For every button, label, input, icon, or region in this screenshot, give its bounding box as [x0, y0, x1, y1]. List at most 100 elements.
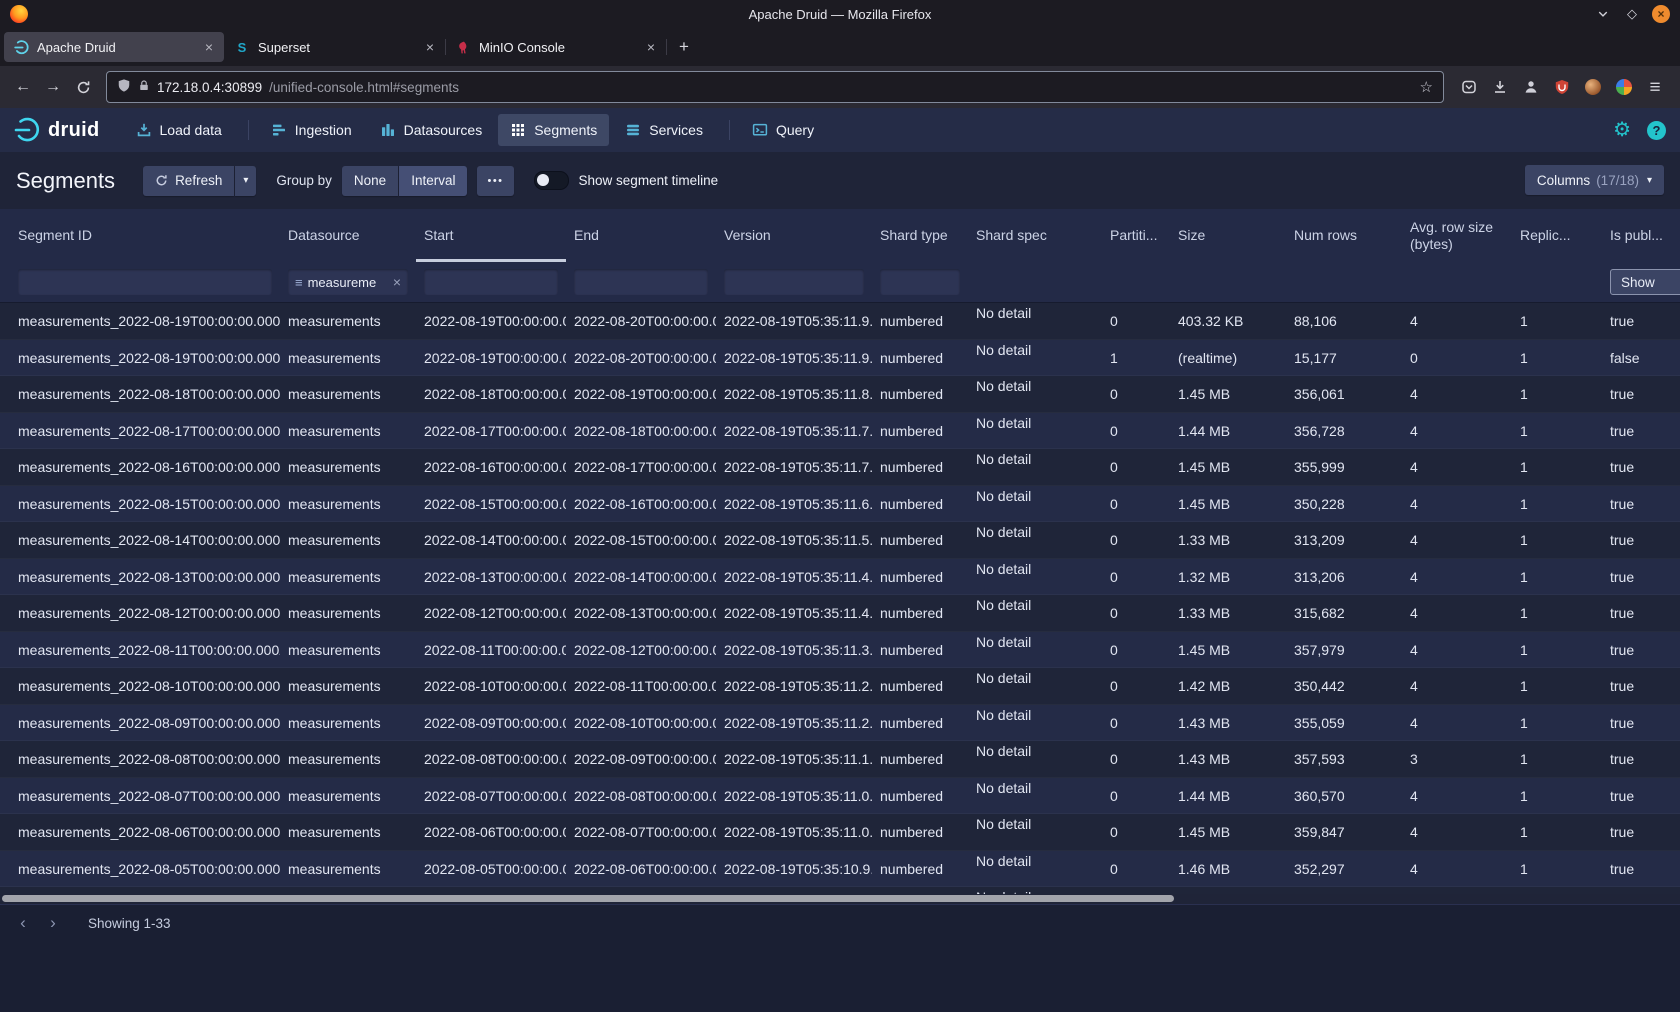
column-header-shard-spec[interactable]: Shard spec — [968, 209, 1102, 262]
columns-button[interactable]: Columns (17/18) ▾ — [1525, 165, 1664, 195]
scrollbar-thumb[interactable] — [2, 895, 1174, 902]
cell-segment-id[interactable]: measurements_2022-08-13T00:00:00.000Z... — [10, 559, 280, 596]
filter-input-datasource[interactable]: ≡measureme× — [288, 269, 408, 295]
table-row[interactable]: measurements_2022-08-17T00:00:00.000Z...… — [0, 413, 1680, 450]
horizontal-scrollbar[interactable] — [0, 894, 1680, 904]
nav-load-data[interactable]: Load data — [124, 114, 234, 146]
back-button[interactable]: ← — [8, 73, 38, 101]
column-header-is-published[interactable]: Is publ... — [1602, 209, 1680, 262]
cell-segment-id[interactable]: measurements_2022-08-07T00:00:00.000Z... — [10, 778, 280, 815]
group-by-interval-button[interactable]: Interval — [399, 166, 467, 196]
clear-filter-icon[interactable]: × — [393, 274, 401, 290]
more-options-button[interactable]: ••• — [477, 166, 513, 196]
url-bar[interactable]: 172.18.0.4:30899 /unified-console.html#s… — [106, 71, 1444, 103]
window-close-icon[interactable]: × — [1652, 5, 1670, 23]
cell-segment-id[interactable]: measurements_2022-08-08T00:00:00.000Z... — [10, 741, 280, 778]
filter-input-segment-id[interactable] — [18, 269, 272, 295]
table-row[interactable]: measurements_2022-08-07T00:00:00.000Z...… — [0, 778, 1680, 815]
filter-input-shard-type[interactable] — [880, 269, 960, 295]
bookmark-star-icon[interactable]: ☆ — [1420, 78, 1433, 96]
column-header-end[interactable]: End — [566, 209, 716, 262]
table-row[interactable]: measurements_2022-08-19T00:00:00.000Z...… — [0, 303, 1680, 340]
tab-apache-druid[interactable]: Apache Druid × — [4, 32, 224, 62]
lock-icon[interactable] — [138, 79, 150, 95]
column-header-shard-type[interactable]: Shard type — [872, 209, 968, 262]
table-row[interactable]: measurements_2022-08-11T00:00:00.000Z...… — [0, 632, 1680, 669]
filter-show-button[interactable]: Show — [1610, 269, 1680, 295]
reload-button[interactable] — [68, 73, 98, 101]
pocket-icon[interactable] — [1460, 78, 1478, 96]
column-header-size[interactable]: Size — [1170, 209, 1286, 262]
cell-segment-id[interactable]: measurements_2022-08-10T00:00:00.000Z... — [10, 668, 280, 705]
tab-close-icon[interactable]: × — [424, 39, 436, 55]
downloads-icon[interactable] — [1491, 78, 1509, 96]
window-maximize-icon[interactable]: ◇ — [1623, 5, 1641, 23]
tracking-shield-icon[interactable] — [117, 78, 131, 96]
column-header-datasource[interactable]: Datasource — [280, 209, 416, 262]
table-row[interactable]: measurements_2022-08-04T00:00:00.000Z...… — [0, 887, 1680, 894]
tab-superset[interactable]: S Superset × — [225, 32, 445, 62]
cell-segment-id[interactable]: measurements_2022-08-14T00:00:00.000Z... — [10, 522, 280, 559]
table-row[interactable]: measurements_2022-08-05T00:00:00.000Z...… — [0, 851, 1680, 888]
table-row[interactable]: measurements_2022-08-13T00:00:00.000Z...… — [0, 559, 1680, 596]
table-row[interactable]: measurements_2022-08-10T00:00:00.000Z...… — [0, 668, 1680, 705]
cell-replicas: 1 — [1512, 449, 1602, 486]
filter-input-start[interactable] — [424, 269, 558, 295]
nav-segments[interactable]: Segments — [498, 114, 609, 146]
cell-segment-id[interactable]: measurements_2022-08-15T00:00:00.000Z... — [10, 486, 280, 523]
tab-minio-console[interactable]: MinIO Console × — [446, 32, 666, 62]
cell-segment-id[interactable]: measurements_2022-08-06T00:00:00.000Z... — [10, 814, 280, 851]
account-icon[interactable] — [1522, 78, 1540, 96]
cell-segment-id[interactable]: measurements_2022-08-11T00:00:00.000Z... — [10, 632, 280, 669]
column-header-avg-row-size[interactable]: Avg. row size (bytes) — [1402, 209, 1512, 262]
cell-segment-id[interactable]: measurements_2022-08-19T00:00:00.000Z... — [10, 340, 280, 377]
profile-avatar-icon[interactable] — [1584, 78, 1602, 96]
column-header-version[interactable]: Version — [716, 209, 872, 262]
cell-segment-id[interactable]: measurements_2022-08-19T00:00:00.000Z... — [10, 303, 280, 340]
table-row[interactable]: measurements_2022-08-08T00:00:00.000Z...… — [0, 741, 1680, 778]
column-header-partition[interactable]: Partiti... — [1102, 209, 1170, 262]
extension-pinwheel-icon[interactable] — [1615, 78, 1633, 96]
table-row[interactable]: measurements_2022-08-19T00:00:00.000Z...… — [0, 340, 1680, 377]
tab-close-icon[interactable]: × — [645, 39, 657, 55]
column-header-start[interactable]: Start — [416, 209, 566, 262]
group-by-none-button[interactable]: None — [342, 166, 398, 196]
cell-segment-id[interactable]: measurements_2022-08-17T00:00:00.000Z... — [10, 413, 280, 450]
nav-query[interactable]: Query — [740, 114, 826, 146]
table-row[interactable]: measurements_2022-08-16T00:00:00.000Z...… — [0, 449, 1680, 486]
cell-segment-id[interactable]: measurements_2022-08-05T00:00:00.000Z... — [10, 851, 280, 888]
cell-segment-id[interactable]: measurements_2022-08-12T00:00:00.000Z... — [10, 595, 280, 632]
table-row[interactable]: measurements_2022-08-09T00:00:00.000Z...… — [0, 705, 1680, 742]
settings-gear-icon[interactable]: ⚙ — [1613, 120, 1631, 140]
nav-datasources[interactable]: Datasources — [368, 114, 495, 146]
cell-segment-id[interactable]: measurements_2022-08-16T00:00:00.000Z... — [10, 449, 280, 486]
tab-close-icon[interactable]: × — [203, 39, 215, 55]
next-page-button[interactable]: › — [40, 910, 66, 936]
new-tab-button[interactable]: + — [671, 34, 697, 60]
window-minimize-icon[interactable] — [1594, 5, 1612, 23]
ublock-icon[interactable] — [1553, 78, 1571, 96]
forward-button[interactable]: → — [38, 73, 68, 101]
table-row[interactable]: measurements_2022-08-18T00:00:00.000Z...… — [0, 376, 1680, 413]
nav-services[interactable]: Services — [613, 114, 715, 146]
refresh-button[interactable]: Refresh — [143, 166, 234, 196]
prev-page-button[interactable]: ‹ — [10, 910, 36, 936]
cell-segment-id[interactable]: measurements_2022-08-18T00:00:00.000Z... — [10, 376, 280, 413]
nav-ingestion[interactable]: Ingestion — [259, 114, 364, 146]
table-row[interactable]: measurements_2022-08-06T00:00:00.000Z...… — [0, 814, 1680, 851]
druid-logo[interactable]: druid — [14, 117, 100, 143]
column-header-num-rows[interactable]: Num rows — [1286, 209, 1402, 262]
segment-timeline-toggle[interactable] — [534, 171, 569, 190]
cell-segment-id[interactable]: measurements_2022-08-04T00:00:00.000Z... — [10, 887, 280, 894]
refresh-dropdown-button[interactable]: ▾ — [235, 166, 256, 196]
menu-icon[interactable]: ≡ — [1646, 78, 1664, 96]
table-row[interactable]: measurements_2022-08-15T00:00:00.000Z...… — [0, 486, 1680, 523]
filter-input-end[interactable] — [574, 269, 708, 295]
help-icon[interactable]: ? — [1647, 121, 1666, 140]
column-header-segment-id[interactable]: Segment ID — [10, 209, 280, 262]
table-row[interactable]: measurements_2022-08-12T00:00:00.000Z...… — [0, 595, 1680, 632]
column-header-replicas[interactable]: Replic... — [1512, 209, 1602, 262]
filter-input-version[interactable] — [724, 269, 864, 295]
table-row[interactable]: measurements_2022-08-14T00:00:00.000Z...… — [0, 522, 1680, 559]
cell-segment-id[interactable]: measurements_2022-08-09T00:00:00.000Z... — [10, 705, 280, 742]
